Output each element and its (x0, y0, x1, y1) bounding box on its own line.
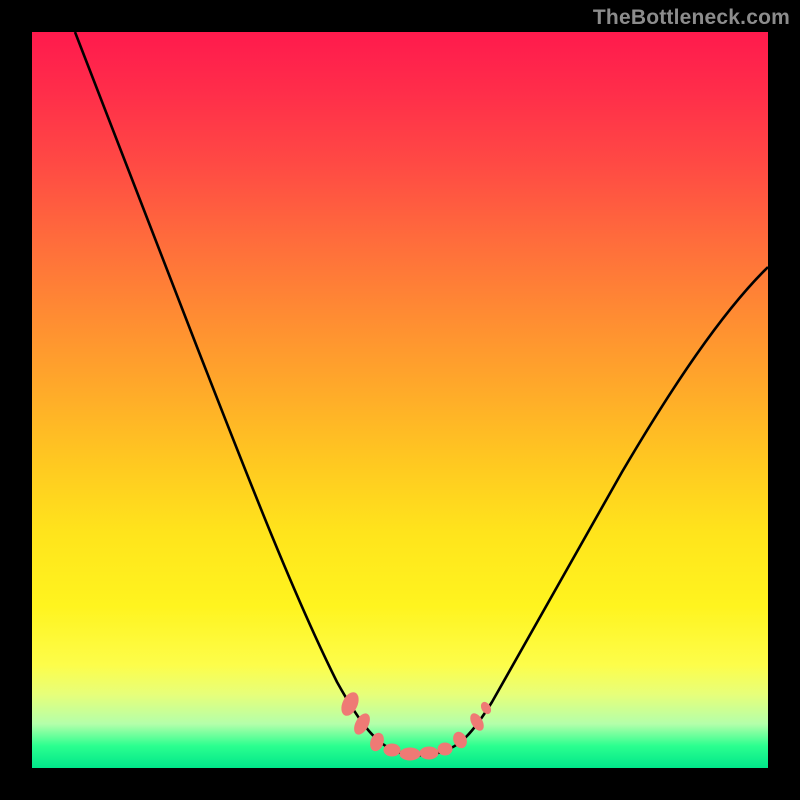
watermark-text: TheBottleneck.com (593, 6, 790, 30)
outer-frame: TheBottleneck.com (0, 0, 800, 800)
plot-area (32, 32, 768, 768)
curve-marker-group (339, 690, 493, 760)
curve-marker (400, 748, 420, 760)
bottleneck-curve (75, 32, 768, 755)
curve-marker (420, 747, 438, 759)
curve-marker (438, 743, 452, 755)
curve-marker (384, 744, 400, 756)
bottleneck-curve-svg (32, 32, 768, 768)
curve-marker (339, 690, 362, 718)
